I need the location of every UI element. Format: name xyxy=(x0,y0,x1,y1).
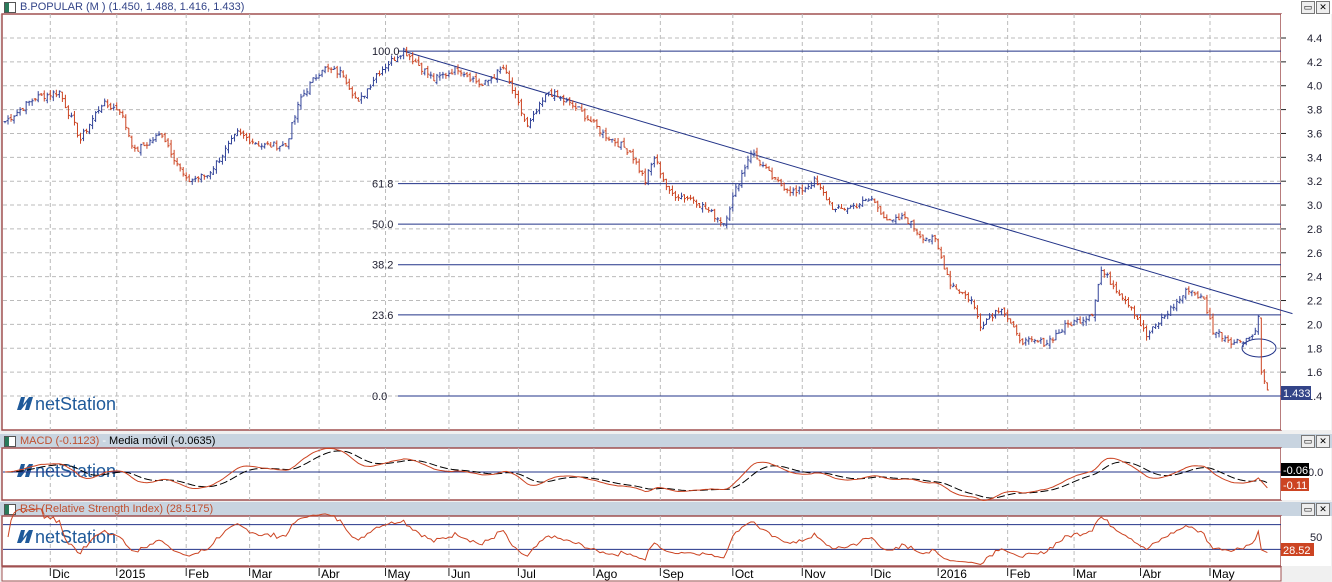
rsi-value-label: 28.52 xyxy=(1283,545,1311,557)
x-tick-label: 2016 xyxy=(940,567,967,581)
x-tick-label: May xyxy=(388,567,411,581)
fib-label: 38.2 xyxy=(372,260,393,272)
x-tick-label: Sep xyxy=(662,567,684,581)
macd-value-label: -0.11 xyxy=(1283,480,1307,492)
y-tick-label: 2.0 xyxy=(1307,319,1322,331)
x-tick-label: Feb xyxy=(188,567,209,581)
y-tick-label: 3.4 xyxy=(1307,152,1322,164)
x-tick-label: Oct xyxy=(735,567,754,581)
x-tick-label: Mar xyxy=(1076,567,1097,581)
y-tick-label: 1.6 xyxy=(1307,367,1322,379)
fib-label: 0.0 xyxy=(372,391,387,403)
x-tick-label: 2015 xyxy=(119,567,146,581)
signal-value-label: -0.06 xyxy=(1283,465,1308,477)
chart-canvas[interactable]: netStationnetStationnetStation4.44.24.03… xyxy=(0,0,1332,582)
y-tick-label: 2.2 xyxy=(1307,296,1322,308)
x-tick-label: Jul xyxy=(520,567,535,581)
macd-plot-area xyxy=(1,447,1282,501)
fib-label: 100.0 xyxy=(372,46,400,58)
last-price-label: 1.433 xyxy=(1283,388,1311,400)
y-tick-label: 3.8 xyxy=(1307,105,1322,117)
y-tick-label: 2.8 xyxy=(1307,224,1322,236)
x-tick-label: Abr xyxy=(1143,567,1162,581)
y-tick-label: 3.6 xyxy=(1307,128,1322,140)
x-tick-label: Nov xyxy=(804,567,825,581)
rsi-axis-label: 50 xyxy=(1310,532,1322,544)
x-tick-label: Jun xyxy=(451,567,470,581)
x-tick-label: Ago xyxy=(596,567,618,581)
fib-label: 61.8 xyxy=(372,179,393,191)
main-plot-area xyxy=(1,13,1282,431)
y-tick-label: 1.8 xyxy=(1307,343,1322,355)
x-tick-label: Feb xyxy=(1010,567,1031,581)
y-tick-label: 2.4 xyxy=(1307,272,1322,284)
x-tick-label: Dic xyxy=(52,567,69,581)
y-tick-label: 4.2 xyxy=(1307,57,1322,69)
x-tick-label: Dic xyxy=(874,567,891,581)
fib-label: 50.0 xyxy=(372,219,393,231)
x-tick-label: Abr xyxy=(321,567,340,581)
y-tick-label: 4.4 xyxy=(1307,33,1322,45)
macd-axis-label: 0.0 xyxy=(1308,467,1323,479)
x-tick-label: May xyxy=(1212,567,1235,581)
watermark: netStation xyxy=(35,527,116,547)
x-tick-label: Mar xyxy=(252,567,273,581)
price-axis xyxy=(1281,14,1331,430)
watermark: netStation xyxy=(35,394,116,414)
y-tick-label: 3.2 xyxy=(1307,176,1322,188)
fib-label: 23.6 xyxy=(372,310,393,322)
rsi-axis xyxy=(1281,516,1331,566)
y-tick-label: 4.0 xyxy=(1307,81,1322,93)
y-tick-label: 2.6 xyxy=(1307,248,1322,260)
y-tick-label: 3.0 xyxy=(1307,200,1322,212)
